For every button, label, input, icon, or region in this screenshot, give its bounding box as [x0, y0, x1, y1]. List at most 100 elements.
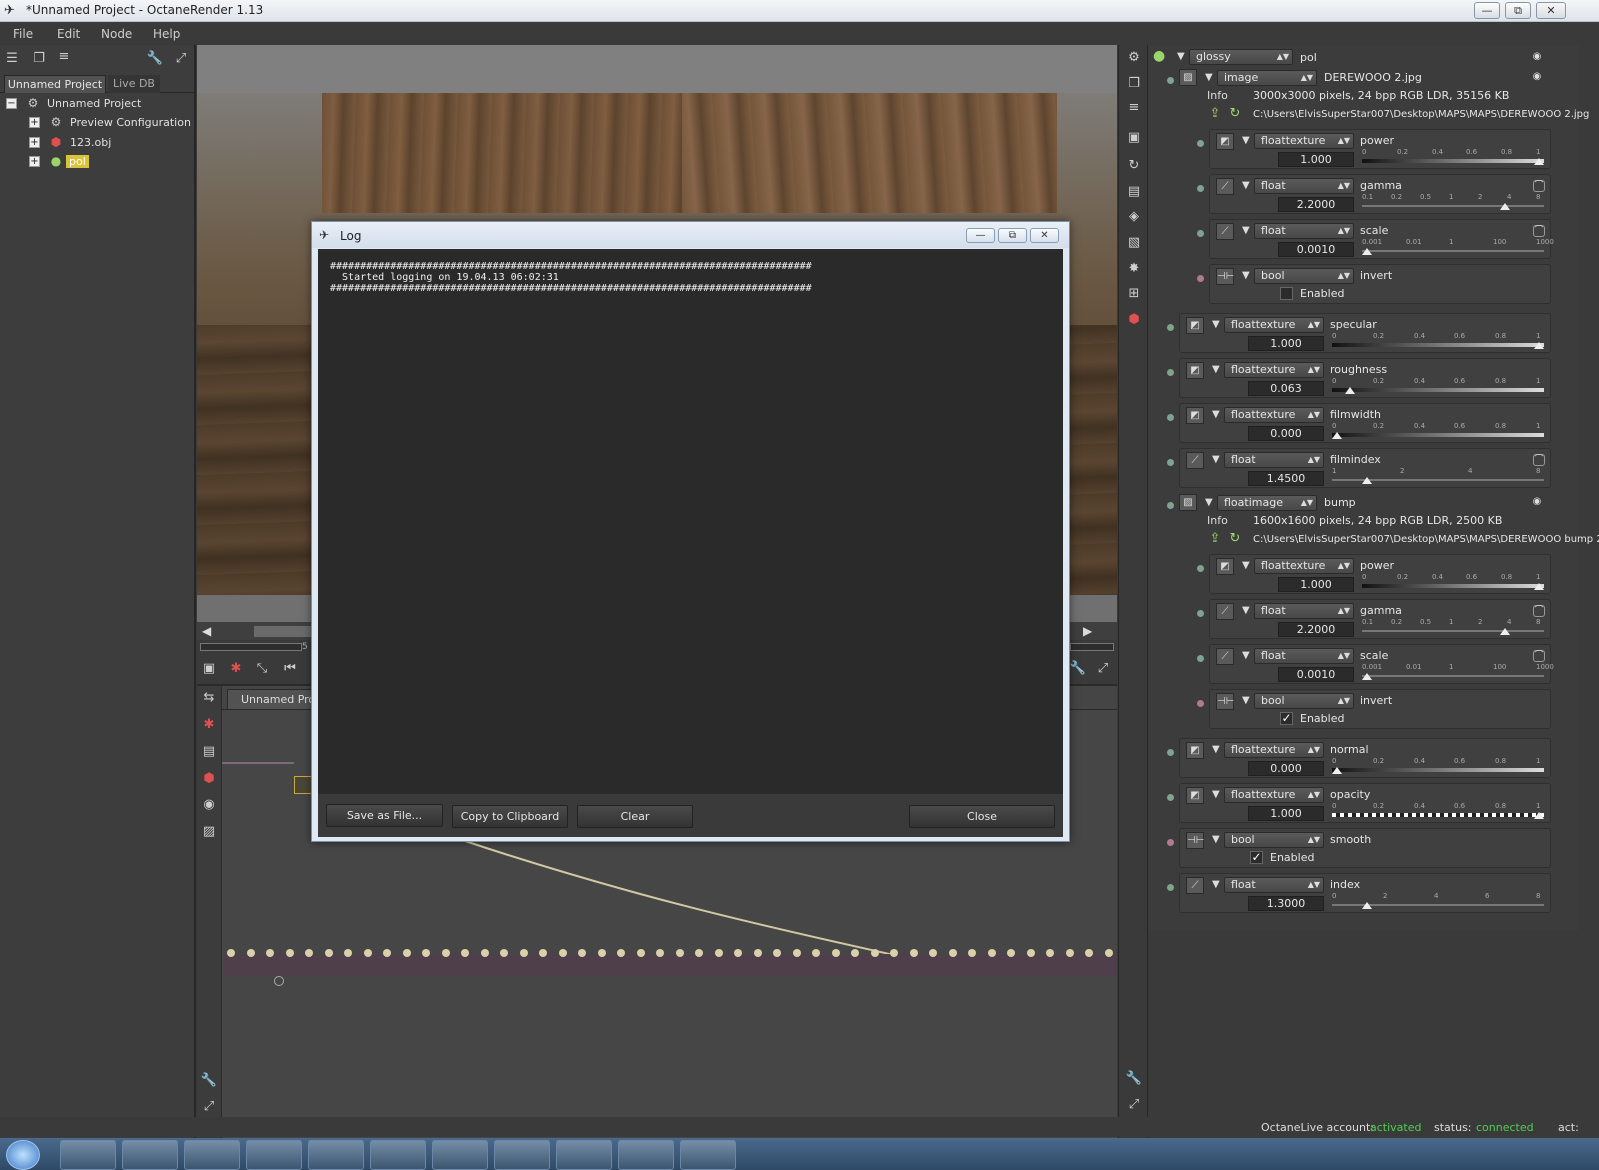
close-button[interactable]: ✕: [1536, 2, 1566, 19]
menu-node[interactable]: Node: [101, 27, 132, 41]
curve-icon[interactable]: ⌒: [1533, 650, 1545, 662]
inspector-specular-slider-handle[interactable]: [1534, 342, 1544, 349]
node-input-pin[interactable]: [870, 949, 879, 957]
node-fullscreen-icon[interactable]: ⤢: [200, 1098, 218, 1116]
inspector-normal-slider[interactable]: 0 0.2 0.4 0.6 0.8 1: [1332, 757, 1544, 775]
inspector-bump-gamma-slider-handle[interactable]: [1500, 628, 1510, 635]
inspector-smooth-type-icon[interactable]: ⊣⊢: [1186, 832, 1204, 849]
collapse-icon[interactable]: −: [6, 98, 17, 109]
inspector-bump-pin[interactable]: [1167, 502, 1174, 509]
collapse-triangle-icon[interactable]: ▼: [1177, 51, 1185, 62]
inspector-diffuse-power-type-icon[interactable]: ◩: [1216, 133, 1234, 150]
collapse-triangle-icon[interactable]: ▼: [1212, 319, 1220, 330]
node-input-pin[interactable]: [344, 949, 352, 957]
visibility-eye-icon[interactable]: ◉: [1529, 496, 1545, 508]
inspector-bump-scale-type-combo[interactable]: float ▲▼: [1254, 648, 1354, 664]
node-input-pin[interactable]: [266, 949, 274, 957]
fit-icon[interactable]: ⤡: [253, 660, 271, 678]
tree-item-material[interactable]: + ● pol: [0, 153, 196, 172]
collapse-triangle-icon[interactable]: ▼: [1212, 364, 1220, 375]
node-input-pin[interactable]: [1026, 949, 1035, 957]
node-output-pin[interactable]: [274, 976, 284, 986]
save-as-file-button[interactable]: Save as File...: [326, 804, 443, 827]
inspector-bump-invert-type-combo[interactable]: bool ▲▼: [1254, 693, 1354, 709]
log-maximize-button[interactable]: ⧉: [998, 228, 1027, 243]
node-camera-icon[interactable]: ▤: [200, 743, 218, 761]
inspector-diffuse-power-pin[interactable]: [1197, 140, 1204, 147]
collapse-triangle-icon[interactable]: ▼: [1242, 180, 1250, 191]
inspector-bump-power-pin[interactable]: [1197, 565, 1204, 572]
node-input-pin[interactable]: [753, 949, 762, 957]
copy-to-clipboard-button[interactable]: Copy to Clipboard: [452, 805, 568, 828]
collapse-triangle-icon[interactable]: ▼: [1212, 789, 1220, 800]
node-input-pin[interactable]: [851, 949, 859, 957]
node-mesh-icon[interactable]: ⬢: [200, 770, 218, 788]
taskbar-button[interactable]: [246, 1140, 302, 1170]
node-input-pin[interactable]: [519, 949, 528, 957]
minimize-button[interactable]: —: [1474, 2, 1500, 19]
expand-plus-icon[interactable]: +: [29, 117, 40, 128]
taskbar-button[interactable]: [556, 1140, 612, 1170]
collapse-triangle-icon[interactable]: ▼: [1212, 744, 1220, 755]
inspector-specular-type-combo[interactable]: floattexture ▲▼: [1224, 317, 1324, 333]
inspector-bump-type-icon[interactable]: ▨: [1179, 494, 1197, 511]
node-input-pin[interactable]: [500, 949, 508, 957]
node-input-pin[interactable]: [1046, 949, 1054, 957]
collapse-triangle-icon[interactable]: ▼: [1242, 270, 1250, 281]
inspector-normal-value-field[interactable]: 0.000: [1248, 761, 1324, 776]
inspector-specular-value-field[interactable]: 1.000: [1248, 336, 1324, 351]
collapse-triangle-icon[interactable]: ▼: [1242, 605, 1250, 616]
inspector-bump-scale-value-field[interactable]: 0.0010: [1278, 667, 1354, 682]
inspector-index-type-combo[interactable]: float ▲▼: [1224, 877, 1324, 893]
inspector-smooth-type-combo[interactable]: bool ▲▼: [1224, 832, 1324, 848]
node-graph-tab[interactable]: Unnamed Project: [227, 689, 315, 709]
taskbar-button[interactable]: [618, 1140, 674, 1170]
log-close-x-button[interactable]: ✕: [1030, 228, 1059, 243]
inspector-opacity-type-combo[interactable]: floattexture ▲▼: [1224, 787, 1324, 803]
node-input-pin[interactable]: [383, 949, 391, 957]
inspector-filmwidth-type-combo[interactable]: floattexture ▲▼: [1224, 407, 1324, 423]
inspector-light-icon[interactable]: ✸: [1125, 260, 1143, 278]
inspector-diffuse-invert-pin[interactable]: [1197, 275, 1204, 282]
node-input-pin[interactable]: [968, 949, 976, 957]
inspector-smooth-pin[interactable]: [1167, 839, 1174, 846]
collapse-triangle-icon[interactable]: ▼: [1242, 225, 1250, 236]
collapse-triangle-icon[interactable]: ▼: [1212, 834, 1220, 845]
log-text-area[interactable]: ########################################…: [318, 249, 1063, 794]
reload-image-icon[interactable]: ↻: [1227, 531, 1243, 547]
inspector-diffuse-gamma-slider[interactable]: 0.1 0.2 0.5 1 2 4 8: [1362, 193, 1544, 211]
collapse-triangle-icon[interactable]: ▼: [1212, 879, 1220, 890]
node-input-pin[interactable]: [1007, 949, 1015, 957]
collapse-triangle-icon[interactable]: ▼: [1242, 560, 1250, 571]
inspector-bar-icon[interactable]: ▤: [1125, 183, 1143, 201]
inspector-filmwidth-type-icon[interactable]: ◩: [1186, 407, 1204, 424]
inspector-diffuse-scale-type-icon[interactable]: ⟋: [1216, 223, 1234, 240]
inspector-bump-power-slider[interactable]: 0 0.2 0.4 0.6 0.8 1: [1362, 573, 1544, 591]
node-input-pin[interactable]: [441, 949, 450, 957]
inspector-diffuse-invert-type-combo[interactable]: bool ▲▼: [1254, 268, 1354, 284]
node-input-pin[interactable]: [402, 949, 411, 957]
inspector-bump-invert-type-icon[interactable]: ⊣⊢: [1216, 693, 1234, 710]
node-input-pin[interactable]: [773, 949, 781, 957]
taskbar-button[interactable]: [184, 1140, 240, 1170]
outliner-stack-icon[interactable]: ≡: [55, 48, 73, 66]
node-input-pin[interactable]: [617, 949, 625, 957]
inspector-diffuse-gamma-type-combo[interactable]: float ▲▼: [1254, 178, 1354, 194]
node-input-pin[interactable]: [987, 949, 996, 957]
menu-help[interactable]: Help: [153, 27, 180, 41]
inspector-wrench-icon[interactable]: 🔧: [1125, 1070, 1143, 1088]
collapse-triangle-icon[interactable]: ▼: [1205, 72, 1213, 83]
inspector-opacity-type-icon[interactable]: ◩: [1186, 787, 1204, 804]
collapse-triangle-icon[interactable]: ▼: [1242, 650, 1250, 661]
node-input-pin[interactable]: [1085, 949, 1093, 957]
node-input-pin[interactable]: [285, 949, 294, 957]
node-input-pin[interactable]: [636, 949, 645, 957]
node-input-pin[interactable]: [734, 949, 742, 957]
outliner-list-icon[interactable]: ☰: [3, 50, 21, 68]
inspector-specular-type-icon[interactable]: ◩: [1186, 317, 1204, 334]
scroll-thumb[interactable]: [254, 626, 314, 637]
inspector-index-slider[interactable]: 0 2 4 6 8: [1332, 892, 1544, 910]
inspector-bump-power-slider-handle[interactable]: [1534, 583, 1544, 590]
inspector-roughness-slider-handle[interactable]: [1345, 387, 1355, 394]
inspector-image-icon[interactable]: ▣: [1125, 129, 1143, 147]
